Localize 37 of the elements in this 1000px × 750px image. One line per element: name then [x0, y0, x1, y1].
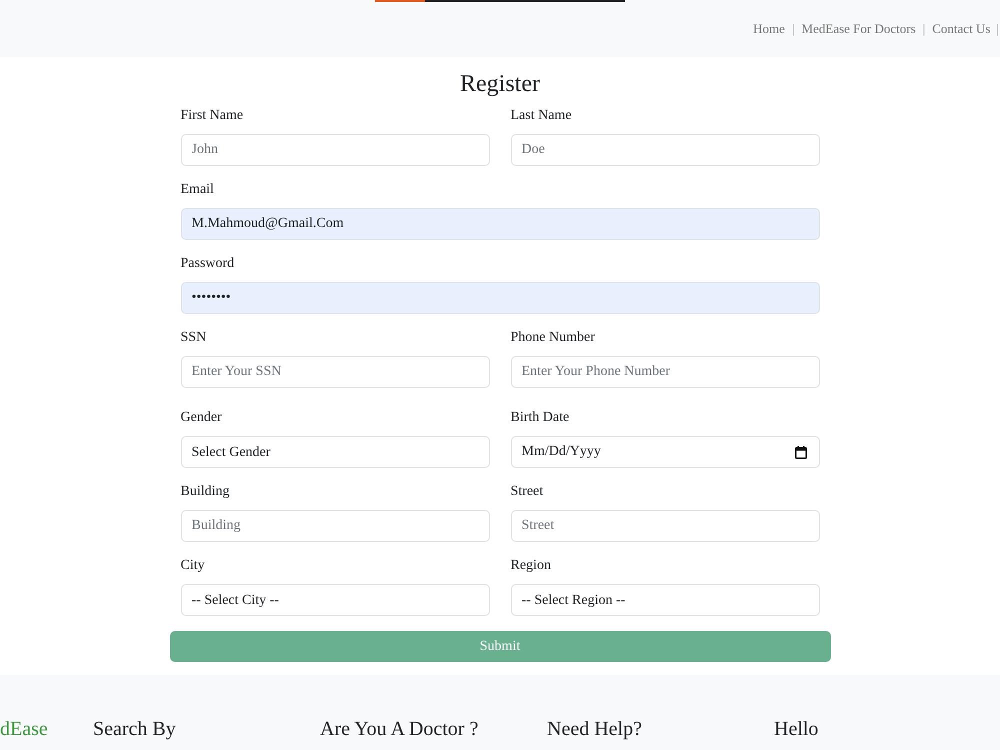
- footer-heading: Search By: [93, 717, 176, 741]
- nav-link[interactable]: Home: [753, 21, 785, 37]
- calendar-icon[interactable]: [794, 446, 806, 458]
- field-label: Birth Date: [510, 409, 570, 427]
- date-field[interactable]: Mm/Dd/Yyyy: [510, 436, 820, 468]
- footer-heading: Are You A Doctor ?: [320, 717, 478, 741]
- footer-heading: Hello: [774, 717, 818, 741]
- field-label: Phone Number: [510, 329, 595, 347]
- field-label: Region: [510, 557, 551, 575]
- input-field[interactable]: Street: [510, 510, 820, 542]
- nav-link[interactable]: Contact Us: [932, 21, 990, 37]
- input-field[interactable]: Enter Your SSN: [180, 356, 490, 388]
- footer-heading: Need Help?: [547, 717, 642, 741]
- field-label: Gender: [180, 409, 222, 427]
- field-label: Email: [180, 181, 214, 199]
- nav-separator: |: [922, 21, 926, 37]
- field-label: SSN: [180, 329, 206, 347]
- select-field[interactable]: Select Gender: [180, 436, 490, 468]
- field-label: Last Name: [510, 107, 572, 125]
- input-field[interactable]: ••••••••: [180, 282, 820, 314]
- input-field[interactable]: John: [180, 134, 490, 166]
- select-field[interactable]: -- Select City --: [180, 584, 490, 616]
- input-field[interactable]: Enter Your Phone Number: [510, 356, 820, 388]
- nav-link[interactable]: MedEase For Doctors: [802, 21, 916, 37]
- input-field[interactable]: Doe: [510, 134, 820, 166]
- input-field[interactable]: M.Mahmoud@Gmail.Com: [180, 208, 820, 240]
- nav-separator: |: [792, 21, 795, 37]
- field-label: First Name: [180, 107, 244, 125]
- logo-text: dEase: [0, 717, 48, 741]
- input-field[interactable]: Building: [180, 510, 490, 542]
- select-field[interactable]: -- Select Region --: [510, 584, 820, 616]
- field-label: Password: [180, 255, 234, 273]
- page-title: Register: [460, 70, 540, 99]
- nav-separator: |: [996, 21, 999, 37]
- field-label: City: [180, 557, 205, 575]
- field-label: Street: [510, 483, 544, 501]
- field-label: Building: [180, 483, 230, 501]
